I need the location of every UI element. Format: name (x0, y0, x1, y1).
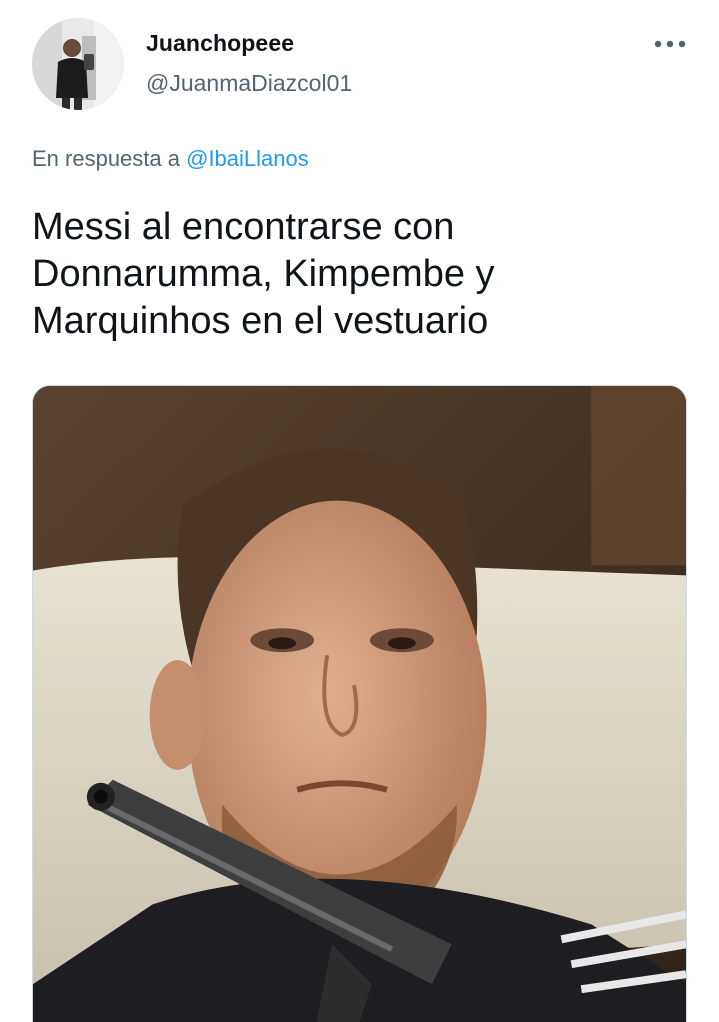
author-handle[interactable]: @JuanmaDiazcol01 (146, 70, 352, 97)
more-options-button[interactable] (650, 28, 690, 60)
tweet: Juanchopeee @JuanmaDiazcol01 En respuest… (0, 0, 719, 1022)
reply-context: En respuesta a @IbaiLlanos (32, 146, 309, 172)
tweet-media-image[interactable] (32, 385, 687, 1022)
reply-prefix: En respuesta a (32, 146, 180, 171)
more-horizontal-icon (654, 40, 686, 48)
tweet-text: Messi al encontrarse con Donnarumma, Kim… (32, 206, 495, 342)
author-avatar[interactable] (32, 18, 124, 110)
reply-mention-link[interactable]: @IbaiLlanos (186, 146, 309, 171)
media-photo (33, 386, 686, 1022)
author-display-name[interactable]: Juanchopeee (146, 30, 294, 57)
avatar-photo (32, 18, 124, 110)
